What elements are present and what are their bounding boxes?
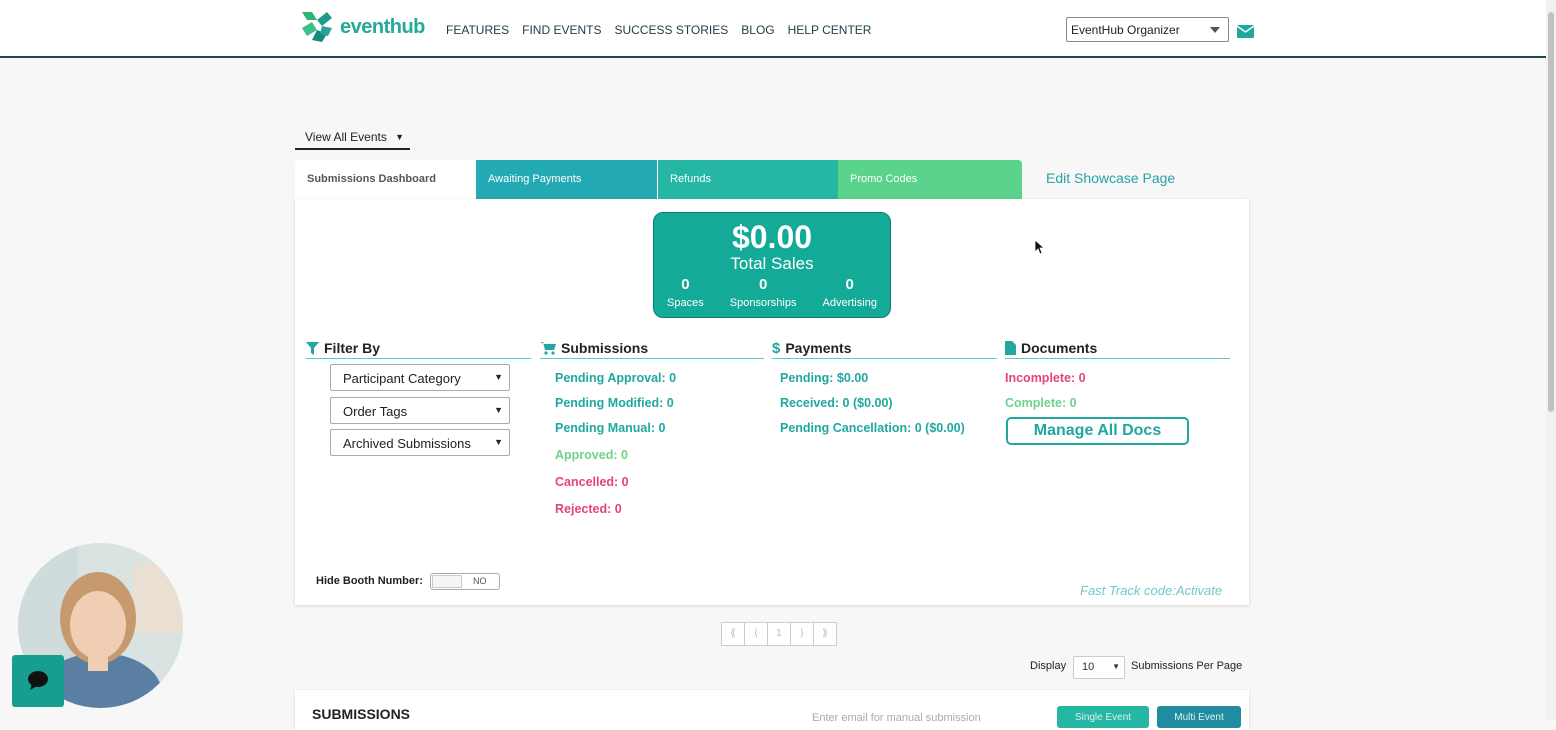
payments-heading: $ Payments (772, 340, 997, 359)
scrollbar-thumb[interactable] (1548, 12, 1554, 412)
pagination: ⟪ ⟨ 1 ⟩ ⟫ (721, 622, 837, 646)
dashboard-tabs: Submissions Dashboard Awaiting Payments … (295, 160, 1022, 199)
main-nav: FEATURES FIND EVENTS SUCCESS STORIES BLO… (446, 23, 871, 37)
payments-column: $ Payments (772, 340, 997, 359)
pending-cancellation-link[interactable]: Pending Cancellation: 0 ($0.00) (780, 421, 965, 435)
rejected-link[interactable]: Rejected: 0 (555, 502, 622, 516)
multi-event-button[interactable]: Multi Event (1157, 706, 1241, 728)
manage-all-docs-button[interactable]: Manage All Docs (1006, 417, 1189, 445)
docs-complete-link[interactable]: Complete: 0 (1005, 396, 1077, 410)
stat-advertising-value: 0 (845, 276, 854, 293)
dollar-icon: $ (772, 339, 781, 357)
caret-down-icon (1210, 27, 1220, 33)
chat-widget-button[interactable] (12, 655, 64, 707)
hide-booth-label: Hide Booth Number: (316, 575, 423, 587)
pager-first[interactable]: ⟪ (721, 622, 745, 646)
toggle-state: NO (473, 576, 487, 586)
nav-find-events[interactable]: FIND EVENTS (522, 23, 601, 37)
cart-icon (540, 341, 556, 355)
filter-heading: Filter By (306, 340, 531, 359)
hide-booth-toggle[interactable]: NO (430, 573, 500, 590)
documents-title: Documents (1021, 340, 1098, 356)
edit-showcase-link[interactable]: Edit Showcase Page (1046, 170, 1175, 186)
order-tags-select[interactable]: Order Tags ▼ (330, 397, 510, 424)
tab-awaiting-payments[interactable]: Awaiting Payments (476, 160, 657, 199)
pager-next[interactable]: ⟩ (790, 622, 814, 646)
nav-blog[interactable]: BLOG (741, 23, 774, 37)
logo-text: eventhub (340, 15, 425, 38)
order-tags-value: Order Tags (343, 404, 408, 419)
display-label: Display (1030, 660, 1067, 672)
per-page-value: 10 (1082, 661, 1095, 673)
nav-features[interactable]: FEATURES (446, 23, 509, 37)
stat-advertising-label: Advertising (822, 297, 877, 309)
tab-submissions-dashboard[interactable]: Submissions Dashboard (295, 160, 476, 199)
filter-icon (306, 341, 319, 355)
participant-category-select[interactable]: Participant Category ▼ (330, 364, 510, 391)
archived-submissions-value: Archived Submissions (343, 436, 471, 451)
eventhub-logo[interactable]: eventhub (298, 8, 425, 46)
filter-title: Filter By (324, 340, 381, 356)
documents-heading: Documents (1005, 340, 1230, 359)
chevron-down-icon: ▼ (494, 437, 503, 447)
top-bar: eventhub FEATURES FIND EVENTS SUCCESS ST… (0, 0, 1546, 58)
organizer-select-value: EventHub Organizer (1071, 23, 1180, 37)
stat-sponsorships-label: Sponsorships (729, 297, 797, 309)
sales-stats: 0 Spaces 0 Sponsorships 0 Advertising (654, 276, 890, 311)
document-icon (1005, 341, 1016, 355)
payments-pending-link[interactable]: Pending: $0.00 (780, 371, 868, 385)
mouse-pointer-icon (1035, 240, 1045, 255)
per-page-label: Submissions Per Page (1131, 660, 1243, 672)
chevron-down-icon: ▼ (1112, 662, 1120, 671)
fast-track-link[interactable]: Fast Track code:Activate (1080, 583, 1222, 598)
submissions-heading: Submissions (540, 340, 764, 359)
nav-success-stories[interactable]: SUCCESS STORIES (614, 23, 728, 37)
tab-promo-codes[interactable]: Promo Codes (838, 160, 1022, 199)
pager-last[interactable]: ⟫ (813, 622, 837, 646)
manual-submission-email-input[interactable]: Enter email for manual submission (812, 712, 981, 724)
stat-spaces-label: Spaces (667, 297, 704, 309)
chevron-down-icon: ▼ (494, 405, 503, 415)
toggle-knob (432, 575, 462, 588)
stat-sponsorships: 0 Sponsorships (730, 276, 797, 311)
stat-spaces-value: 0 (681, 276, 690, 293)
organizer-select[interactable]: EventHub Organizer (1066, 17, 1229, 42)
cancelled-link[interactable]: Cancelled: 0 (555, 475, 629, 489)
logo-mark-icon (302, 12, 332, 42)
nav-help-center[interactable]: HELP CENTER (788, 23, 872, 37)
stat-sponsorships-value: 0 (758, 276, 768, 293)
per-page-select[interactable]: 10 ▼ (1073, 656, 1125, 679)
archived-submissions-select[interactable]: Archived Submissions ▼ (330, 429, 510, 456)
chevron-down-icon: ▼ (494, 372, 503, 382)
stat-spaces: 0 Spaces (667, 276, 704, 311)
pager-prev[interactable]: ⟨ (744, 622, 768, 646)
filter-column: Filter By (306, 340, 531, 359)
tab-refunds[interactable]: Refunds (657, 160, 838, 199)
chat-bubble-icon (28, 671, 48, 690)
pager-page-1[interactable]: 1 (767, 622, 791, 646)
payments-received-link[interactable]: Received: 0 ($0.00) (780, 396, 893, 410)
stat-advertising: 0 Advertising (823, 276, 877, 311)
chevron-down-icon: ▼ (395, 132, 404, 142)
pending-modified-link[interactable]: Pending Modified: 0 (555, 396, 674, 410)
pending-approval-link[interactable]: Pending Approval: 0 (555, 371, 676, 385)
total-sales-card: $0.00 Total Sales 0 Spaces 0 Sponsorships … (653, 212, 891, 318)
view-all-events-label: View All Events (305, 130, 387, 144)
submissions-title: Submissions (561, 340, 649, 356)
submissions-column: Submissions (540, 340, 764, 359)
view-all-events-select[interactable]: View All Events ▼ (295, 126, 410, 150)
pending-manual-link[interactable]: Pending Manual: 0 (555, 421, 665, 435)
participant-category-value: Participant Category (343, 371, 461, 386)
payments-title: Payments (785, 340, 852, 356)
page-scrollbar[interactable] (1546, 0, 1556, 720)
total-sales-label: Total Sales (730, 254, 814, 273)
approved-link[interactable]: Approved: 0 (555, 448, 628, 462)
envelope-icon[interactable] (1237, 25, 1254, 38)
total-sales-amount: $0.00 (731, 219, 813, 255)
single-event-button[interactable]: Single Event (1057, 706, 1149, 728)
docs-incomplete-link[interactable]: Incomplete: 0 (1005, 371, 1086, 385)
documents-column: Documents (1005, 340, 1230, 359)
